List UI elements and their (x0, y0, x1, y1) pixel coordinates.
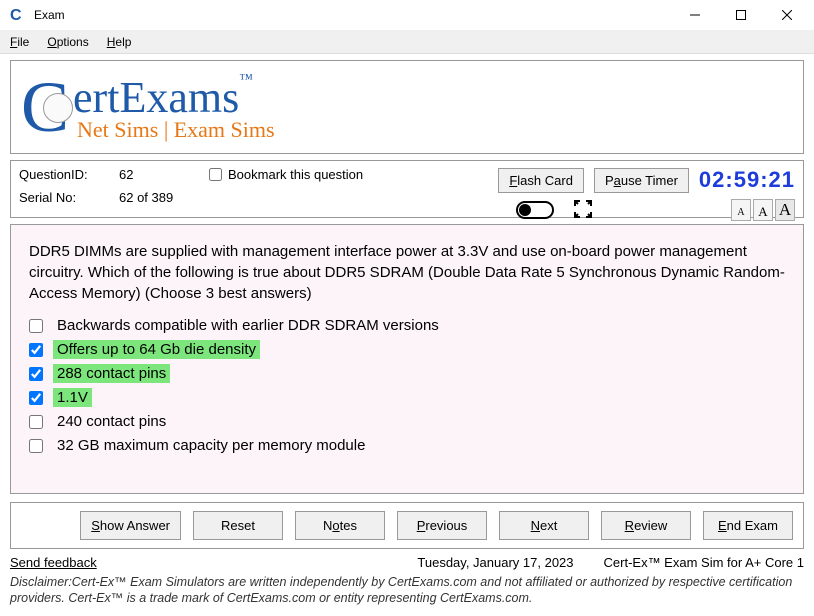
logo-c-icon: C (21, 71, 69, 143)
answer-row: 32 GB maximum capacity per memory module (29, 436, 785, 455)
answer-row: Backwards compatible with earlier DDR SD… (29, 316, 785, 335)
answer-checkbox[interactable] (29, 391, 43, 405)
answer-text[interactable]: 240 contact pins (53, 412, 170, 431)
logo-main-text: ertExams™ (73, 72, 275, 123)
reset-button[interactable]: Reset (193, 511, 283, 540)
menu-options[interactable]: Options (47, 35, 88, 49)
font-size-small[interactable]: A (731, 199, 751, 221)
maximize-button[interactable] (718, 0, 764, 30)
question-id-value: 62 (119, 167, 209, 182)
logo-section: C ertExams™ Net Sims | Exam Sims (10, 60, 804, 154)
menu-file[interactable]: File (10, 35, 29, 49)
font-size-controls: A A A (731, 199, 795, 221)
window-controls (672, 0, 810, 30)
answer-checkbox[interactable] (29, 343, 43, 357)
answer-checkbox[interactable] (29, 439, 43, 453)
toggle-switch[interactable] (516, 201, 554, 219)
serial-no-label: Serial No: (19, 190, 119, 205)
info-bar: QuestionID: 62 Serial No: 62 of 389 Book… (10, 160, 804, 218)
answer-row: 1.1V (29, 388, 785, 407)
disclaimer-text: Disclaimer:Cert-Ex™ Exam Simulators are … (10, 574, 804, 607)
send-feedback-link[interactable]: Send feedback (10, 555, 97, 570)
serial-no-value: 62 of 389 (119, 190, 209, 205)
flash-card-button[interactable]: Flash Card (498, 168, 584, 193)
timer-display: 02:59:21 (699, 167, 795, 193)
answer-text[interactable]: 288 contact pins (53, 364, 170, 383)
app-icon: C (10, 7, 26, 23)
show-answer-button[interactable]: Show Answer (80, 511, 181, 540)
minimize-button[interactable] (672, 0, 718, 30)
answer-text[interactable]: 32 GB maximum capacity per memory module (53, 436, 369, 455)
answer-text[interactable]: Offers up to 64 Gb die density (53, 340, 260, 359)
next-button[interactable]: Next (499, 511, 589, 540)
info-right: Flash Card Pause Timer 02:59:21 A A A (498, 167, 795, 221)
close-button[interactable] (764, 0, 810, 30)
menu-help[interactable]: Help (107, 35, 132, 49)
info-left: QuestionID: 62 Serial No: 62 of 389 (19, 167, 209, 205)
question-id-label: QuestionID: (19, 167, 119, 182)
end-exam-button[interactable]: End Exam (703, 511, 793, 540)
font-size-large[interactable]: A (775, 199, 795, 221)
menubar: File Options Help (0, 30, 814, 54)
previous-button[interactable]: Previous (397, 511, 487, 540)
pause-timer-button[interactable]: Pause Timer (594, 168, 689, 193)
fullscreen-icon[interactable] (574, 200, 592, 221)
titlebar: C Exam (0, 0, 814, 30)
footer-date: Tuesday, January 17, 2023 (417, 555, 573, 570)
answer-row: 288 contact pins (29, 364, 785, 383)
footer-sim-name: Cert-Ex™ Exam Sim for A+ Core 1 (604, 555, 804, 570)
answer-text[interactable]: 1.1V (53, 388, 92, 407)
bottom-buttons: Show Answer Reset Notes Previous Next Re… (10, 502, 804, 549)
bookmark-label: Bookmark this question (228, 167, 363, 182)
answer-checkbox[interactable] (29, 415, 43, 429)
answer-checkbox[interactable] (29, 319, 43, 333)
question-text: DDR5 DIMMs are supplied with management … (29, 241, 785, 304)
answer-text[interactable]: Backwards compatible with earlier DDR SD… (53, 316, 443, 335)
font-size-medium[interactable]: A (753, 199, 773, 221)
answer-checkbox[interactable] (29, 367, 43, 381)
footer-row: Send feedback Tuesday, January 17, 2023 … (10, 555, 804, 570)
window-title: Exam (34, 8, 672, 22)
question-panel: DDR5 DIMMs are supplied with management … (10, 224, 804, 494)
answer-row: Offers up to 64 Gb die density (29, 340, 785, 359)
notes-button[interactable]: Notes (295, 511, 385, 540)
logo-text: ertExams™ Net Sims | Exam Sims (73, 72, 275, 143)
answer-row: 240 contact pins (29, 412, 785, 431)
answers-container: Backwards compatible with earlier DDR SD… (29, 316, 785, 455)
bookmark-wrap: Bookmark this question (209, 167, 363, 182)
bookmark-checkbox[interactable] (209, 168, 222, 181)
review-button[interactable]: Review (601, 511, 691, 540)
